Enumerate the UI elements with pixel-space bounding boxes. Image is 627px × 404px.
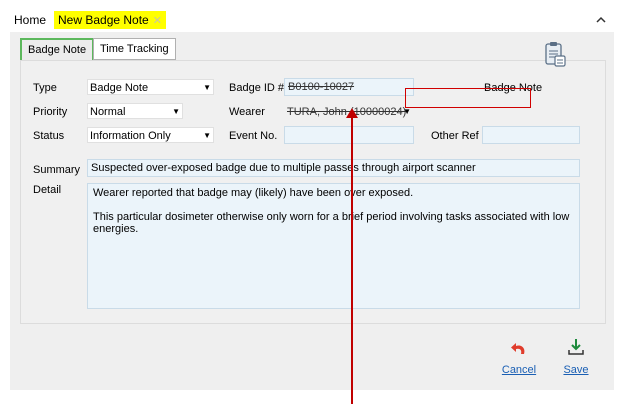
save-download-icon <box>568 339 584 355</box>
detail-textarea[interactable]: Wearer reported that badge may (likely) … <box>87 183 580 309</box>
dropdown-arrow-icon: ▼ <box>172 107 180 116</box>
other-ref-label: Other Ref <box>431 130 479 142</box>
event-no-label: Event No. <box>229 130 278 142</box>
wearer-label: Wearer <box>229 106 265 118</box>
annotation-arrow-line <box>351 112 353 404</box>
cancel-button[interactable]: Cancel <box>499 364 539 376</box>
dropdown-arrow-icon: ▼ <box>203 131 211 140</box>
type-select[interactable]: Badge Note ▼ <box>87 79 214 95</box>
annotation-highlight-box <box>405 88 531 108</box>
detail-line: Wearer reported that badge may (likely) … <box>93 187 414 199</box>
main-panel: Badge Note Time Tracking Type Badge Note… <box>10 32 614 390</box>
subtab-badge-note[interactable]: Badge Note <box>20 38 95 62</box>
summary-label: Summary <box>33 164 81 176</box>
badge-id-label: Badge ID # <box>229 82 285 94</box>
priority-label: Priority <box>33 106 68 118</box>
badge-id-field[interactable]: B0100-10027 <box>284 78 414 96</box>
status-select-value: Information Only <box>90 130 171 142</box>
detail-label: Detail <box>33 184 62 196</box>
subtab-time-tracking[interactable]: Time Tracking <box>93 38 176 60</box>
annotation-arrow-head <box>346 108 358 118</box>
status-label: Status <box>33 130 65 142</box>
close-icon[interactable]: ✕ <box>153 15 162 27</box>
cancel-action[interactable]: Cancel <box>499 340 539 376</box>
tab-home[interactable]: Home <box>14 13 46 27</box>
document-tabbar: Home New Badge Note ✕ <box>10 10 614 33</box>
type-select-value: Badge Note <box>90 82 149 94</box>
undo-icon <box>511 343 525 354</box>
tab-new-badge-note-label: New Badge Note <box>58 13 149 27</box>
event-no-field[interactable] <box>284 126 414 144</box>
priority-select-value: Normal <box>90 106 126 118</box>
badge-note-icon <box>545 42 566 67</box>
dropdown-arrow-icon: ▼ <box>203 83 211 92</box>
other-ref-field[interactable] <box>482 126 580 144</box>
save-button[interactable]: Save <box>556 364 596 376</box>
tab-new-badge-note[interactable]: New Badge Note ✕ <box>54 11 166 29</box>
type-label: Type <box>33 82 57 94</box>
priority-select[interactable]: Normal ▼ <box>87 103 183 119</box>
status-select[interactable]: Information Only ▼ <box>87 127 214 143</box>
detail-line: This particular dosimeter otherwise only… <box>93 211 570 235</box>
summary-field[interactable]: Suspected over-exposed badge due to mult… <box>87 159 580 177</box>
badge-id-value: B0100-10027 <box>288 81 355 93</box>
save-action[interactable]: Save <box>556 338 596 376</box>
chevron-up-icon[interactable] <box>596 13 606 27</box>
